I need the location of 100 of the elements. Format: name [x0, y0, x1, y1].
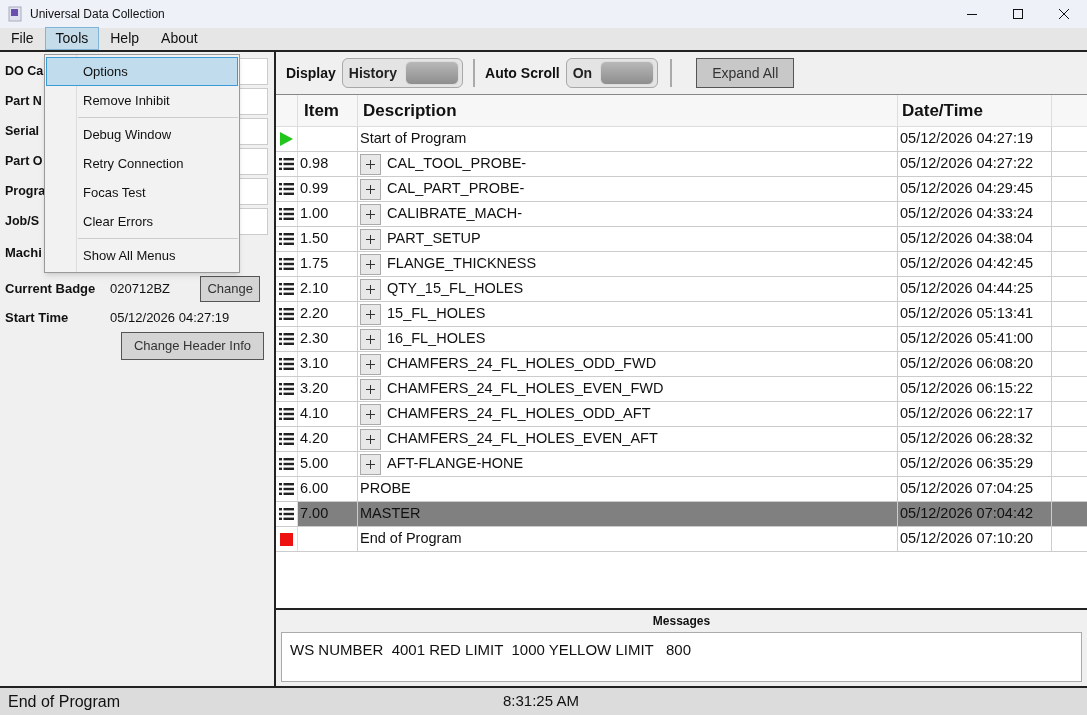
table-row[interactable]: 1.75 FLANGE_THICKNESS 05/12/2026 04:42:45 — [276, 252, 1087, 277]
change-button[interactable]: Change — [200, 276, 260, 302]
toggle-switch[interactable]: On — [565, 58, 659, 88]
table-row[interactable]: Start of Program 05/12/2026 04:27:19 — [276, 127, 1087, 152]
table-cell-text: 05/12/2026 06:08:20 — [900, 354, 1034, 374]
table-cell-text: CHAMFERS_24_FL_HOLES_ODD_AFT — [387, 404, 651, 424]
menu-item[interactable]: Options — [46, 57, 238, 86]
expand-button[interactable] — [360, 253, 381, 275]
menu-item[interactable]: Debug Window — [46, 120, 238, 149]
plus-icon — [366, 434, 375, 444]
field-label: Serial — [5, 122, 40, 140]
table-row[interactable]: 5.00 AFT-FLANGE-HONE 05/12/2026 06:35:29 — [276, 452, 1087, 477]
table-cell-text: 15_FL_HOLES — [387, 304, 486, 324]
expand-button[interactable] — [360, 403, 381, 425]
table-row[interactable]: 2.10 QTY_15_FL_HOLES 05/12/2026 04:44:25 — [276, 277, 1087, 302]
list-icon — [279, 158, 294, 170]
table-cell-text: 05/12/2026 04:44:25 — [900, 279, 1034, 299]
expand-button[interactable] — [360, 303, 381, 325]
table-cell-text: 05/12/2026 04:42:45 — [900, 254, 1034, 274]
field-label: Part O — [5, 152, 43, 170]
table-cell-text: QTY_15_FL_HOLES — [387, 279, 524, 299]
field-label: Start Time — [5, 309, 70, 328]
list-icon — [279, 283, 294, 295]
plus-icon — [366, 359, 375, 369]
plus-icon — [366, 334, 375, 344]
list-icon — [279, 433, 294, 445]
table-row[interactable]: 6.00 PROBE 05/12/2026 07:04:25 — [276, 477, 1087, 502]
table-cell-text: 1.50 — [300, 229, 329, 249]
table-cell-text: CAL_TOOL_PROBE- — [387, 154, 527, 174]
expand-button[interactable] — [360, 353, 381, 375]
menu-item[interactable]: Remove Inhibit — [46, 86, 238, 115]
field-value: 05/12/2026 04:27:19 — [110, 309, 230, 328]
table-cell-text: 05/12/2026 06:28:32 — [900, 429, 1034, 449]
table-cell-text: 0.99 — [300, 179, 329, 199]
table-cell-text: End of Program — [360, 529, 462, 549]
list-icon — [279, 208, 294, 220]
toggle-switch[interactable]: History — [341, 58, 464, 88]
plus-icon — [366, 159, 375, 169]
column-header[interactable]: Description — [358, 95, 898, 126]
table-row[interactable]: 7.00 MASTER 05/12/2026 07:04:42 — [276, 502, 1087, 527]
menu-item[interactable]: Tools — [44, 27, 100, 50]
table-cell-text: 7.00 — [300, 504, 329, 524]
table-cell-text: 3.20 — [300, 379, 329, 399]
change-header-button[interactable]: Change Header Info — [120, 332, 264, 360]
menu-item[interactable]: Retry Connection — [46, 149, 238, 178]
list-icon — [279, 508, 294, 520]
table-row[interactable]: 2.20 15_FL_HOLES 05/12/2026 05:13:41 — [276, 302, 1087, 327]
list-icon — [279, 333, 294, 345]
toggle-thumb — [600, 61, 655, 85]
column-header[interactable]: Item — [298, 95, 358, 126]
menu-item[interactable]: Clear Errors — [46, 207, 238, 236]
table-cell-text: 2.10 — [300, 279, 329, 299]
expand-button[interactable] — [360, 278, 381, 300]
plus-icon — [366, 234, 375, 244]
table-cell-text: 05/12/2026 05:41:00 — [900, 329, 1034, 349]
field-label: Job/S — [5, 212, 40, 230]
expand-all-button[interactable]: Expand All — [696, 58, 795, 88]
expand-button[interactable] — [360, 203, 381, 225]
menu-item[interactable]: Focas Test — [46, 178, 238, 207]
table-cell-text: 05/12/2026 07:10:20 — [900, 529, 1034, 549]
list-icon — [279, 408, 294, 420]
expand-button[interactable] — [360, 178, 381, 200]
table-row[interactable]: 2.30 16_FL_HOLES 05/12/2026 05:41:00 — [276, 327, 1087, 352]
expand-button[interactable] — [360, 153, 381, 175]
table-cell-text: 05/12/2026 06:15:22 — [900, 379, 1034, 399]
table-cell-text: PART_SETUP — [387, 229, 481, 249]
menu-item[interactable]: Help — [99, 27, 151, 50]
table-row[interactable]: 1.50 PART_SETUP 05/12/2026 04:38:04 — [276, 227, 1087, 252]
messages-title: Messages — [651, 613, 712, 630]
table-cell-text: CALIBRATE_MACH- — [387, 204, 523, 224]
column-header[interactable]: Date/Time — [898, 95, 1052, 126]
expand-button[interactable] — [360, 428, 381, 450]
menu-item[interactable]: File — [0, 27, 45, 50]
close-icon — [1059, 9, 1069, 19]
table-cell-text: MASTER — [360, 504, 421, 524]
expand-button[interactable] — [360, 453, 381, 475]
table-row[interactable]: End of Program 05/12/2026 07:10:20 — [276, 527, 1087, 552]
table-row[interactable]: 4.20 CHAMFERS_24_FL_HOLES_EVEN_AFT 05/12/2026 06:28:32 — [276, 427, 1087, 452]
table-cell-text: 05/12/2026 05:13:41 — [900, 304, 1034, 324]
table-row[interactable]: 4.10 CHAMFERS_24_FL_HOLES_ODD_AFT 05/12/2026 06:22:17 — [276, 402, 1087, 427]
menu-item[interactable]: About — [150, 27, 209, 50]
list-icon — [279, 258, 294, 270]
field-value: 020712BZ — [110, 280, 170, 299]
table-cell-text: 16_FL_HOLES — [387, 329, 486, 349]
app-icon — [8, 6, 22, 22]
list-icon — [279, 308, 294, 320]
expand-button[interactable] — [360, 328, 381, 350]
table-cell-text: 05/12/2026 07:04:42 — [900, 504, 1034, 524]
table-row[interactable]: 0.99 CAL_PART_PROBE- 05/12/2026 04:29:45 — [276, 177, 1087, 202]
table-row[interactable]: 3.10 CHAMFERS_24_FL_HOLES_ODD_FWD 05/12/2026 06:08:20 — [276, 352, 1087, 377]
field-label: Current Badge — [5, 280, 97, 299]
maximize-icon — [1013, 9, 1023, 19]
list-icon — [279, 358, 294, 370]
menu-item[interactable]: Show All Menus — [46, 241, 238, 270]
table-row[interactable]: 1.00 CALIBRATE_MACH- 05/12/2026 04:33:24 — [276, 202, 1087, 227]
play-icon — [280, 132, 293, 146]
table-row[interactable]: 3.20 CHAMFERS_24_FL_HOLES_EVEN_FWD 05/12/2026 06:15:22 — [276, 377, 1087, 402]
expand-button[interactable] — [360, 378, 381, 400]
expand-button[interactable] — [360, 228, 381, 250]
table-row[interactable]: 0.98 CAL_TOOL_PROBE- 05/12/2026 04:27:22 — [276, 152, 1087, 177]
